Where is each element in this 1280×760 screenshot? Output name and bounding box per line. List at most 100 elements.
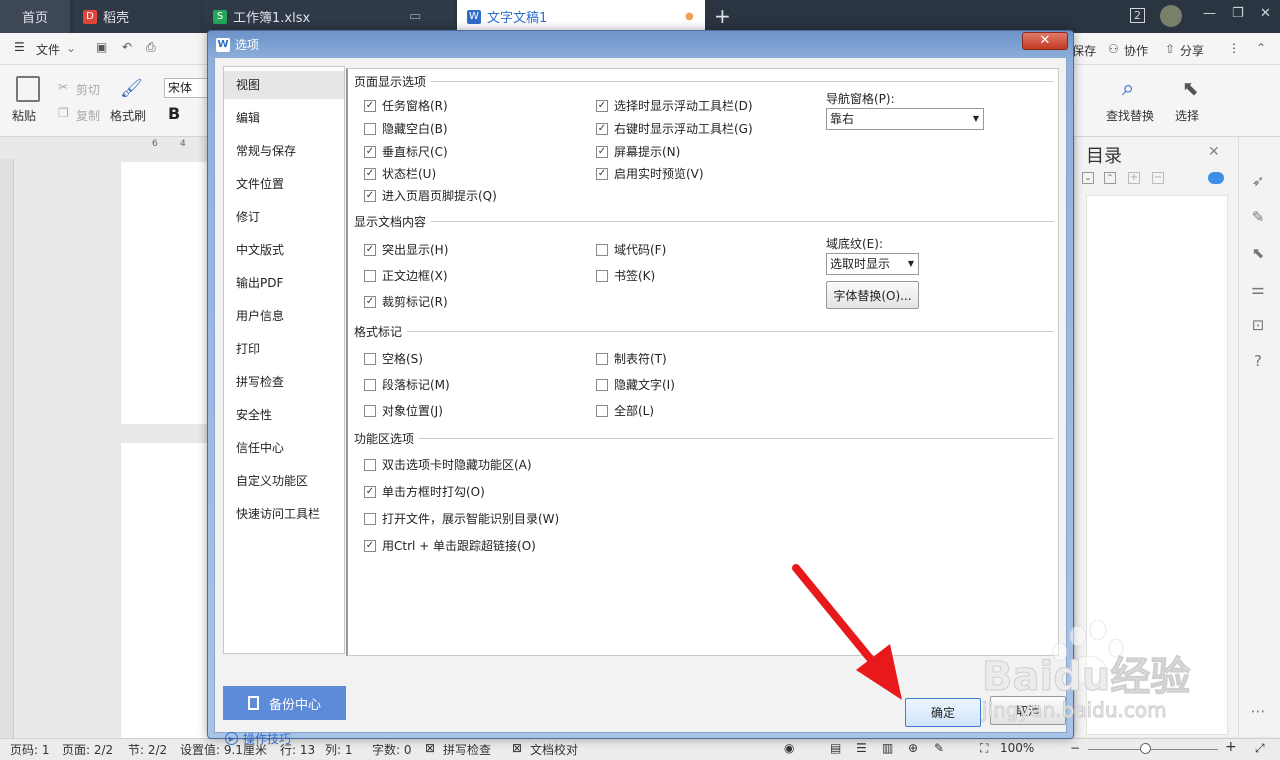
chk-field-codes[interactable]: 域代码(F) [596, 241, 666, 258]
checkbox[interactable]: ✓ [364, 485, 376, 498]
checkbox[interactable]: ✓ [596, 122, 608, 135]
checkbox[interactable] [364, 122, 376, 135]
close-window-icon[interactable]: ✕ [1260, 6, 1271, 21]
status-zoom[interactable]: 100% [1000, 741, 1034, 755]
checkbox[interactable] [364, 352, 376, 365]
chk-paragraph-marks[interactable]: 段落标记(M) [364, 376, 450, 393]
nav-item-revision[interactable]: 修订 [224, 203, 344, 231]
nav-item-file-location[interactable]: 文件位置 [224, 170, 344, 198]
undo-icon[interactable]: ↶ [122, 40, 132, 54]
nav-item-security[interactable]: 安全性 [224, 401, 344, 429]
zoom-slider-thumb[interactable] [1140, 743, 1151, 754]
tab-daoke[interactable]: D 稻壳 [73, 0, 201, 33]
chk-highlight[interactable]: ✓ 突出显示(H) [364, 241, 448, 258]
tab-home[interactable]: 首页 [0, 0, 70, 33]
chk-click-to-check[interactable]: ✓ 单击方框时打勾(O) [364, 483, 485, 500]
zoom-out-icon[interactable]: − [1070, 741, 1080, 755]
checkbox[interactable]: ✓ [364, 189, 376, 202]
copy-button[interactable]: 复制 [76, 107, 100, 124]
collab-button[interactable]: 协作 [1124, 42, 1148, 59]
hamburger-icon[interactable]: ☰ [14, 40, 25, 54]
chk-header-footer-hint[interactable]: ✓ 进入页眉页脚提示(Q) [364, 187, 497, 204]
chevron-down-icon[interactable]: ⌄ [66, 41, 76, 55]
collapse-ribbon-icon[interactable]: ⌃ [1256, 41, 1266, 55]
field-shading-select[interactable]: 选取时显示 ▼ [826, 253, 919, 275]
dialog-close-button[interactable]: ✕ [1022, 32, 1068, 50]
chk-object-anchors[interactable]: 对象位置(J) [364, 402, 443, 419]
checkbox[interactable] [364, 512, 376, 525]
expand-icon[interactable]: ⤢ [1255, 741, 1265, 756]
checkbox[interactable] [364, 404, 376, 417]
tips-link[interactable]: ▶ 操作技巧 [225, 730, 291, 747]
pen-icon[interactable]: ✎ [1249, 208, 1267, 226]
status-pages[interactable]: 页面: 2/2 [62, 741, 113, 758]
checkbox[interactable]: ✓ [364, 539, 376, 552]
checkbox[interactable]: ✓ [596, 167, 608, 180]
checkbox[interactable]: ✓ [596, 145, 608, 158]
pointer-icon[interactable]: ⬉ [1249, 244, 1267, 262]
tab-sheet[interactable]: S 工作簿1.xlsx ▭ [203, 0, 455, 33]
plus-icon[interactable]: + [1128, 172, 1140, 184]
checkbox[interactable]: ✓ [364, 243, 376, 256]
checkbox[interactable] [364, 269, 376, 282]
checkbox[interactable]: ✓ [364, 295, 376, 308]
chk-crop-marks[interactable]: ✓ 裁剪标记(R) [364, 293, 448, 310]
eye-icon[interactable]: ◉ [784, 741, 794, 755]
checkbox[interactable]: ✓ [596, 99, 608, 112]
chk-float-toolbar-rightclick[interactable]: ✓ 右键时显示浮动工具栏(G) [596, 120, 753, 137]
cut-icon[interactable]: ✂ [58, 80, 68, 94]
find-replace-button[interactable]: 查找替换 [1106, 107, 1154, 124]
checkbox[interactable]: ✓ [364, 145, 376, 158]
nav-item-trust-center[interactable]: 信任中心 [224, 434, 344, 462]
save-share-label[interactable]: 保存 [1072, 42, 1096, 59]
new-tab-button[interactable]: + [714, 4, 731, 28]
nav-item-edit[interactable]: 编辑 [224, 104, 344, 132]
file-menu[interactable]: 文件 [36, 41, 60, 58]
rocket-icon[interactable]: ➶ [1249, 172, 1267, 190]
vertical-ruler[interactable] [0, 159, 14, 739]
fit-icon[interactable]: ⛶ [980, 741, 988, 756]
nav-item-view[interactable]: 视图 [224, 71, 344, 99]
search-icon[interactable]: ⌕ [1122, 76, 1134, 101]
tab-doc[interactable]: W 文字文稿1 ● [457, 0, 705, 33]
backup-center-button[interactable]: 备份中心 [223, 686, 346, 720]
status-words[interactable]: 字数: 0 [372, 741, 412, 758]
chk-live-preview[interactable]: ✓ 启用实时预览(V) [596, 165, 704, 182]
checkbox[interactable]: ✓ [364, 99, 376, 112]
chk-hide-blank[interactable]: 隐藏空白(B) [364, 120, 448, 137]
chevron-down-icon[interactable]: ⌄ [1082, 172, 1094, 184]
page-view-icon[interactable]: ▤ [830, 741, 841, 755]
chk-all-marks[interactable]: 全部(L) [596, 402, 654, 419]
sliders-icon[interactable]: ⚌ [1249, 280, 1267, 298]
status-section[interactable]: 节: 2/2 [128, 741, 167, 758]
print-icon[interactable]: ⎙ [146, 40, 156, 55]
chk-text-border[interactable]: 正文边框(X) [364, 267, 448, 284]
share-button[interactable]: 分享 [1180, 42, 1204, 59]
chk-smart-toc[interactable]: 打开文件，展示智能识别目录(W) [364, 510, 559, 527]
nav-item-user-info[interactable]: 用户信息 [224, 302, 344, 330]
window-count-badge[interactable]: 2 [1130, 8, 1145, 23]
read-view-icon[interactable]: ▥ [882, 741, 893, 755]
pen-view-icon[interactable]: ✎ [934, 741, 944, 755]
more-options-icon[interactable]: ⋮ [1228, 41, 1240, 55]
status-proof[interactable]: 文档校对 [530, 741, 578, 758]
chk-bookmarks[interactable]: 书签(K) [596, 267, 655, 284]
toggle-icon[interactable] [1208, 172, 1224, 184]
nav-item-export-pdf[interactable]: 输出PDF [224, 269, 344, 297]
paste-button[interactable]: 粘贴 [12, 107, 36, 124]
chk-ctrl-click-link[interactable]: ✓ 用Ctrl + 单击跟踪超链接(O) [364, 537, 536, 554]
status-page-no[interactable]: 页码: 1 [10, 741, 50, 758]
chevron-up-icon[interactable]: ⌃ [1104, 172, 1116, 184]
chk-status-bar[interactable]: ✓ 状态栏(U) [364, 165, 436, 182]
restore-icon[interactable]: ❐ [1232, 6, 1244, 21]
inbox-icon[interactable]: ⊡ [1249, 316, 1267, 334]
nav-item-general-save[interactable]: 常规与保存 [224, 137, 344, 165]
avatar[interactable] [1160, 5, 1182, 27]
cursor-icon[interactable]: ⬉ [1182, 76, 1199, 100]
chk-hidden-text[interactable]: 隐藏文字(I) [596, 376, 675, 393]
nav-item-customize-ribbon[interactable]: 自定义功能区 [224, 467, 344, 495]
font-substitution-button[interactable]: 字体替换(O)... [826, 281, 919, 309]
web-view-icon[interactable]: ⊕ [908, 741, 918, 755]
format-painter-icon[interactable]: 🖌 [120, 78, 143, 99]
document-page[interactable] [121, 443, 211, 738]
